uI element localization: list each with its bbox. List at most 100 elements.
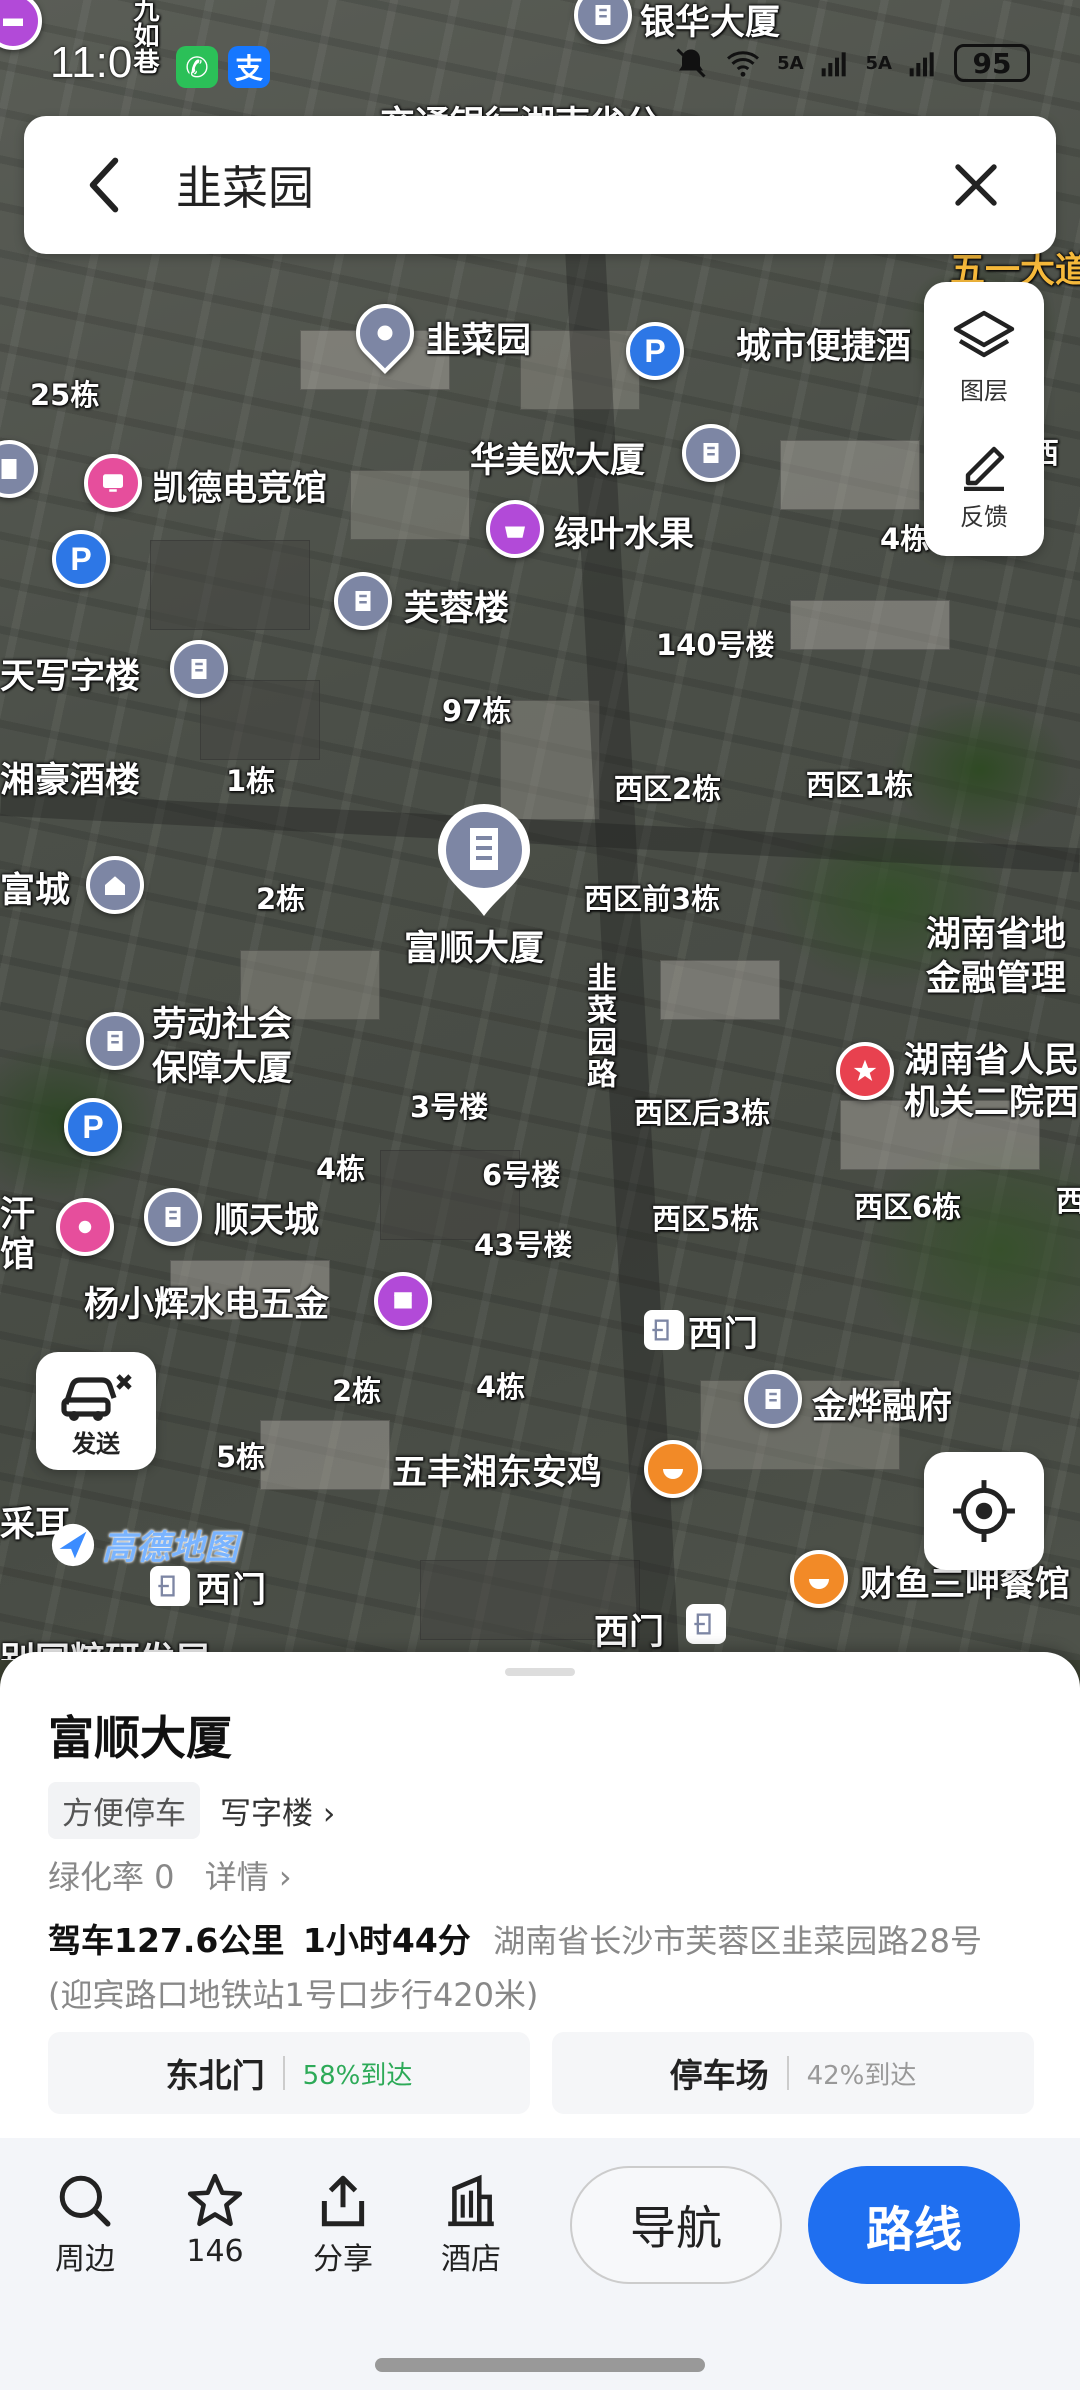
- feedback-button[interactable]: 反馈: [924, 418, 1044, 548]
- clear-search-button[interactable]: [936, 145, 1016, 225]
- building-pin-icon[interactable]: [170, 640, 228, 698]
- entrance-card-northeast[interactable]: 东北门 58%到达: [48, 2032, 530, 2114]
- map-label[interactable]: 韭菜园: [426, 312, 531, 363]
- locate-me-button[interactable]: [924, 1452, 1044, 1570]
- favorite-button[interactable]: 146: [160, 2172, 270, 2269]
- map-label[interactable]: 芙蓉楼: [404, 580, 509, 631]
- map-road-label: 韭菜园路: [581, 962, 616, 1090]
- building-pin-icon[interactable]: [144, 1188, 202, 1246]
- building-pin-icon[interactable]: [682, 424, 740, 482]
- navigate-button[interactable]: 导航: [570, 2166, 782, 2284]
- hospital-pin-icon[interactable]: [836, 1042, 894, 1100]
- green-rate: 绿化率 0: [48, 1858, 175, 1896]
- arrival-percent: 58%到达: [302, 2060, 413, 2091]
- map-label[interactable]: 绿叶水果: [554, 506, 694, 557]
- signal-icon: [821, 52, 846, 77]
- poi-detail-sheet[interactable]: 富顺大厦 方便停车 写字楼 › 绿化率 0 详情 › 驾车127.6公里 1小时…: [0, 1652, 1080, 2390]
- search-bar[interactable]: 韭菜园: [24, 116, 1056, 254]
- gate-icon[interactable]: [686, 1604, 726, 1644]
- map-label[interactable]: 馆: [0, 1226, 35, 1277]
- entrance-card-parking[interactable]: 停车场 42%到达: [552, 2032, 1034, 2114]
- map-label[interactable]: 顺天城: [214, 1192, 319, 1243]
- map-label: 西区前3栋: [584, 882, 721, 916]
- restaurant-pin-icon[interactable]: [790, 1550, 848, 1608]
- map-label[interactable]: 机关二院西: [904, 1074, 1079, 1125]
- map-label[interactable]: 天写字楼: [0, 648, 140, 699]
- nearby-button[interactable]: 周边: [30, 2172, 140, 2278]
- send-label: 发送: [72, 1429, 120, 1458]
- map-label[interactable]: 西门: [196, 1562, 266, 1613]
- route-button[interactable]: 路线: [808, 2166, 1020, 2284]
- poi-tags: 方便停车 写字楼 ›: [48, 1782, 335, 1839]
- map-label: 西: [1056, 1184, 1080, 1218]
- drive-distance: 驾车127.6公里: [48, 1921, 285, 1960]
- signal-5g-label: 5A: [865, 52, 892, 74]
- venue-pin-icon[interactable]: [56, 1198, 114, 1256]
- hotel-button[interactable]: 酒店: [416, 2172, 526, 2278]
- parking-pin-icon[interactable]: P: [64, 1098, 122, 1156]
- building-pin-icon[interactable]: [744, 1370, 802, 1428]
- nearby-label: 周边: [55, 2242, 115, 2277]
- parking-pin-icon[interactable]: P: [626, 322, 684, 380]
- map-label[interactable]: 西门: [688, 1306, 758, 1357]
- layers-button[interactable]: 图层: [924, 292, 1044, 422]
- layers-label: 图层: [960, 376, 1008, 405]
- map-label[interactable]: 湘豪酒楼: [0, 752, 140, 803]
- map-label: 西区1栋: [806, 768, 914, 802]
- map-label[interactable]: 华美欧大厦: [470, 432, 645, 483]
- poi-title: 富顺大厦: [48, 1711, 232, 1765]
- sheet-drag-handle[interactable]: [505, 1668, 575, 1676]
- map-label: 西区后3栋: [634, 1096, 771, 1130]
- hotel-icon: [448, 2174, 494, 2227]
- signal-5g-label: 5A: [777, 52, 804, 74]
- building-pin-icon[interactable]: [0, 440, 38, 498]
- signal-icon: [909, 52, 934, 77]
- map-label[interactable]: 金烨融府: [812, 1378, 952, 1429]
- map-label: 4栋: [316, 1152, 366, 1186]
- fruit-shop-pin-icon[interactable]: [486, 500, 544, 558]
- drive-time: 1小时44分: [302, 1921, 471, 1960]
- home-indicator[interactable]: [375, 2358, 705, 2372]
- share-button[interactable]: 分享: [288, 2172, 398, 2278]
- feedback-label: 反馈: [960, 502, 1008, 531]
- esports-pin-icon[interactable]: [84, 454, 142, 512]
- building-pin-icon[interactable]: [86, 1012, 144, 1070]
- map-label-selected[interactable]: 富顺大厦: [404, 920, 544, 971]
- poi-address: 湖南省长沙市芙蓉区韭菜园路28号: [493, 1922, 983, 1960]
- map-label[interactable]: 杨小辉水电五金: [84, 1276, 329, 1327]
- selected-location-pin-icon[interactable]: [434, 800, 534, 920]
- divider: [786, 2056, 789, 2090]
- hardware-shop-pin-icon[interactable]: [374, 1272, 432, 1330]
- gate-icon[interactable]: [150, 1566, 190, 1606]
- building-pin-icon[interactable]: [334, 572, 392, 630]
- amap-logo-text: 高德地图: [102, 1528, 238, 1568]
- details-link[interactable]: 详情 ›: [205, 1858, 292, 1896]
- map-label: 43号楼: [474, 1228, 573, 1262]
- amap-logo: 高德地图: [50, 1520, 238, 1569]
- back-button[interactable]: [64, 145, 144, 225]
- map-building: [660, 960, 780, 1020]
- map-label[interactable]: 五丰湘东安鸡: [392, 1444, 602, 1495]
- map-label[interactable]: 保障大厦: [152, 1040, 292, 1091]
- category-link[interactable]: 写字楼 ›: [220, 1788, 335, 1833]
- map-label[interactable]: 金融管理: [926, 950, 1066, 1001]
- entrance-name: 停车场: [669, 2056, 769, 2095]
- map-label[interactable]: 富城: [0, 862, 70, 913]
- map-label: 2栋: [332, 1374, 382, 1408]
- map-label[interactable]: 城市便捷酒: [736, 318, 911, 369]
- community-pin-icon[interactable]: [86, 856, 144, 914]
- search-query[interactable]: 韭菜园: [176, 152, 314, 218]
- parking-pin-icon[interactable]: P: [52, 530, 110, 588]
- restaurant-pin-icon[interactable]: [644, 1440, 702, 1498]
- map-label: 25栋: [30, 378, 100, 412]
- star-icon: [187, 2173, 243, 2227]
- map-label: 1栋: [226, 764, 276, 798]
- map-label[interactable]: 凯德电竞馆: [152, 460, 327, 511]
- map-label: 2栋: [256, 882, 306, 916]
- search-icon: [59, 2175, 111, 2227]
- map-label[interactable]: 西门: [594, 1604, 664, 1655]
- gate-icon[interactable]: [644, 1310, 684, 1350]
- arrival-percent: 42%到达: [806, 2060, 917, 2091]
- send-to-car-button[interactable]: 发送: [36, 1352, 156, 1470]
- share-label: 分享: [313, 2242, 373, 2277]
